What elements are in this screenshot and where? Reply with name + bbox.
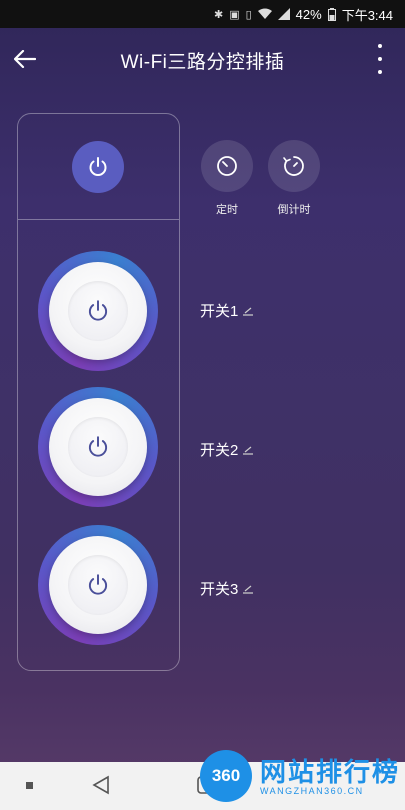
watermark-badge: 360 bbox=[200, 750, 252, 802]
switch-1-button[interactable] bbox=[38, 251, 158, 371]
nfc-icon: ▣ bbox=[229, 8, 240, 21]
power-icon bbox=[88, 574, 108, 595]
switch-3-label[interactable]: 开关3 bbox=[200, 578, 254, 599]
more-vertical-icon-dot bbox=[378, 70, 382, 74]
clock: 下午3:44 bbox=[341, 7, 393, 23]
power-icon bbox=[89, 157, 107, 176]
recent-apps-button[interactable] bbox=[26, 782, 33, 789]
power-icon bbox=[88, 300, 108, 321]
back-button[interactable] bbox=[8, 42, 42, 76]
countdown-label: 倒计时 bbox=[277, 204, 311, 216]
status-bar: ✱ ▣ ▯ 42% 下午3:44 bbox=[0, 0, 405, 28]
panel-divider bbox=[18, 219, 179, 220]
bluetooth-icon: ✱ bbox=[213, 8, 224, 21]
timer-icon bbox=[217, 156, 237, 176]
page-title: Wi-Fi三路分控排插 bbox=[120, 52, 285, 73]
edit-icon bbox=[243, 585, 254, 594]
switch-1-label-text: 开关1 bbox=[200, 303, 239, 320]
schedule-label: 定时 bbox=[216, 204, 238, 216]
switch-panel bbox=[17, 113, 180, 671]
switch-2-knob bbox=[49, 398, 147, 496]
more-vertical-icon-dot bbox=[378, 57, 382, 61]
countdown-icon bbox=[283, 156, 304, 176]
watermark-title: 网站排行榜 bbox=[260, 757, 401, 787]
more-vertical-icon-dot bbox=[378, 44, 382, 48]
battery-icon bbox=[327, 7, 336, 21]
battery-level: 42% bbox=[295, 6, 322, 22]
signal-icon bbox=[277, 8, 290, 20]
watermark-subtitle: WANGZHAN360.CN bbox=[260, 786, 364, 796]
switch-2-core bbox=[68, 417, 128, 477]
app-bar: Wi-Fi三路分控排插 bbox=[0, 28, 405, 90]
switch-2-label-text: 开关2 bbox=[200, 442, 239, 459]
power-icon bbox=[88, 436, 108, 457]
schedule-button[interactable] bbox=[201, 140, 253, 192]
vibrate-icon: ▯ bbox=[245, 8, 252, 21]
switch-3-knob bbox=[49, 536, 147, 634]
switch-1-label[interactable]: 开关1 bbox=[200, 300, 254, 321]
switch-2-button[interactable] bbox=[38, 387, 158, 507]
switch-3-button[interactable] bbox=[38, 525, 158, 645]
countdown-button[interactable] bbox=[268, 140, 320, 192]
switch-2-label[interactable]: 开关2 bbox=[200, 439, 254, 460]
switch-3-label-text: 开关3 bbox=[200, 581, 239, 598]
edit-icon bbox=[243, 446, 254, 455]
edit-icon bbox=[243, 307, 254, 316]
nav-back-button[interactable] bbox=[90, 774, 112, 796]
switch-3-core bbox=[68, 555, 128, 615]
arrow-left-icon bbox=[14, 50, 36, 68]
more-options-button[interactable] bbox=[371, 44, 389, 74]
switch-1-core bbox=[68, 281, 128, 341]
watermark-logo: 360 网站排行榜 WANGZHAN360.CN bbox=[200, 746, 405, 810]
wifi-icon bbox=[257, 8, 272, 19]
master-power-button[interactable] bbox=[72, 141, 124, 193]
switch-1-knob bbox=[49, 262, 147, 360]
